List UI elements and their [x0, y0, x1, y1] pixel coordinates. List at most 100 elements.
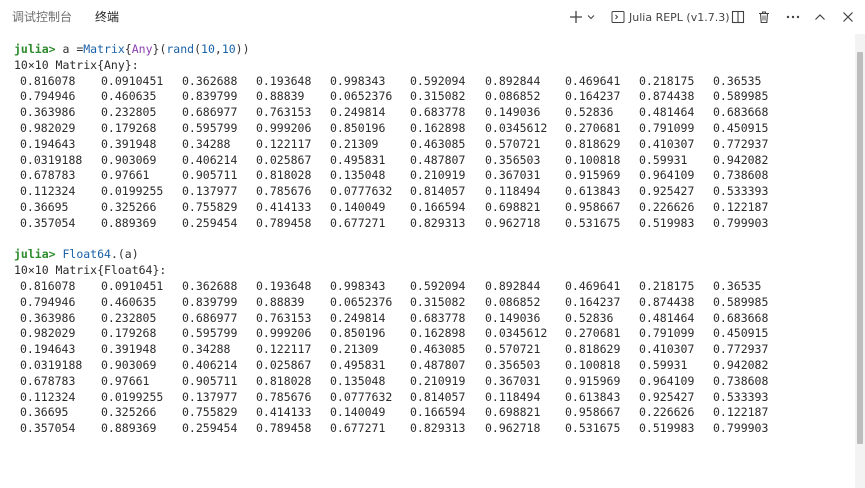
matrix-cell: 0.958667 [565, 200, 621, 214]
matrix-cell: 0.772937 [713, 136, 769, 151]
matrix-cell: 0.52836 [565, 310, 614, 325]
repl-command-token: 10 [201, 42, 215, 56]
matrix-cell: 0.816078 [20, 279, 76, 293]
matrix-cell: 0.958667 [565, 405, 621, 420]
matrix-cell: 0.874438 [639, 89, 695, 104]
matrix-cell: 0.97661 [101, 168, 150, 183]
matrix-cell: 0.226626 [639, 405, 695, 420]
matrix-cell: 0.915969 [565, 373, 621, 388]
matrix-cell: 0.0777632 [330, 184, 393, 199]
matrix-cell: 0.589985 [713, 294, 769, 309]
matrix-cell: 0.140049 [330, 200, 386, 214]
matrix-cell: 0.763153 [256, 105, 312, 120]
matrix-cell: 0.450915 [713, 326, 769, 341]
matrix-cell: 0.799903 [713, 215, 769, 230]
matrix-cell: 0.0345612 [485, 121, 548, 135]
matrix-cell: 0.533393 [713, 389, 769, 404]
matrix-cell: 0.122117 [256, 342, 312, 357]
matrix-cell: 0.270681 [565, 326, 621, 341]
matrix-cell: 0.218175 [639, 73, 695, 88]
matrix-cell: 0.0199255 [101, 184, 164, 199]
matrix-cell: 0.962718 [485, 215, 541, 230]
split-terminal-button[interactable] [728, 7, 748, 27]
matrix-cell: 0.889369 [101, 215, 157, 230]
matrix-cell: 0.210919 [410, 168, 466, 183]
matrix-cell: 0.193648 [256, 73, 312, 88]
close-icon [843, 12, 853, 22]
matrix-cell: 0.100818 [565, 358, 621, 372]
matrix-cell: 0.086852 [485, 89, 541, 104]
matrix-cell: 0.367031 [485, 168, 541, 183]
matrix-cell: 0.738608 [713, 373, 769, 388]
matrix-cell: 0.531675 [565, 421, 621, 436]
matrix-cell: 0.829313 [410, 421, 466, 436]
matrix-cell: 0.36695 [20, 200, 69, 214]
matrix-cell: 0.829313 [410, 215, 466, 230]
matrix-cell: 0.249814 [330, 310, 386, 325]
terminal-selector[interactable]: Julia REPL (v1.7.3) [611, 8, 730, 26]
matrix-cell: 0.481464 [639, 105, 695, 120]
more-actions-button[interactable] [783, 7, 803, 27]
repl-command-line: julia> Float64.(a) [14, 247, 139, 262]
matrix-cell: 0.0199255 [101, 389, 164, 404]
matrix-cell: 0.164237 [565, 89, 621, 104]
matrix-cell: 0.738608 [713, 168, 769, 183]
terminal-output[interactable]: julia> a =Matrix{Any}(rand(10,10)) 10×10 … [0, 34, 855, 488]
scrollbar-thumb[interactable] [857, 52, 863, 444]
matrix-cell: 0.763153 [256, 310, 312, 325]
matrix-cell: 0.34288 [182, 136, 231, 151]
matrix-cell: 0.818028 [256, 168, 312, 183]
matrix-cell: 0.210919 [410, 373, 466, 388]
repl-command-token: rand [166, 42, 195, 56]
matrix-cell: 0.791099 [639, 326, 695, 341]
matrix-cell: 0.406214 [182, 152, 238, 167]
terminal-scrollbar[interactable] [855, 34, 865, 488]
matrix-cell: 0.166594 [410, 405, 466, 420]
matrix-cell: 0.100818 [565, 152, 621, 167]
matrix-cell: 0.36535 [713, 73, 762, 88]
matrix-cell: 0.683668 [713, 105, 769, 120]
matrix-cell: 0.677271 [330, 421, 386, 436]
matrix-cell: 0.686977 [182, 105, 238, 120]
matrix-cell: 0.785676 [256, 184, 312, 199]
matrix-cell: 0.874438 [639, 294, 695, 309]
matrix-cell: 0.683778 [410, 105, 466, 120]
matrix-cell: 0.789458 [256, 215, 312, 230]
matrix-cell: 0.789458 [256, 421, 312, 436]
more-icon [786, 15, 800, 19]
matrix-cell: 0.460635 [101, 89, 157, 104]
matrix-cell: 0.166594 [410, 200, 466, 214]
close-panel-button[interactable] [838, 7, 858, 27]
matrix-cell: 0.495831 [330, 152, 386, 167]
kill-terminal-button[interactable] [754, 7, 774, 27]
matrix-cell: 0.592094 [410, 73, 466, 88]
matrix-cell: 0.406214 [182, 358, 238, 372]
matrix-cell: 0.889369 [101, 421, 157, 436]
matrix-cell: 0.0910451 [101, 279, 164, 293]
matrix-cell: 0.964109 [639, 168, 695, 183]
tab-terminal[interactable]: 终端 [95, 9, 119, 25]
matrix-cell: 0.137977 [182, 389, 238, 404]
repl-command-token: 10 [221, 42, 236, 56]
tab-debug-console[interactable]: 调试控制台 [12, 9, 72, 25]
repl-command-token: a = [55, 42, 84, 56]
matrix-cell: 0.460635 [101, 294, 157, 309]
matrix-cell: 0.36535 [713, 279, 762, 293]
matrix-cell: 0.122187 [713, 405, 769, 420]
matrix-cell: 0.179268 [101, 326, 157, 341]
launch-profile-button[interactable] [584, 7, 598, 27]
new-terminal-button[interactable] [566, 7, 586, 27]
matrix-cell: 0.025867 [256, 358, 312, 372]
maximize-panel-button[interactable] [810, 7, 830, 27]
matrix-cell: 0.0345612 [485, 326, 548, 341]
matrix-cell: 0.149036 [485, 310, 541, 325]
matrix-cell: 0.232805 [101, 310, 157, 325]
matrix-cell: 0.998343 [330, 279, 386, 293]
matrix-cell: 0.686977 [182, 310, 238, 325]
matrix-cell: 0.362688 [182, 279, 238, 293]
matrix-cell: 0.135048 [330, 373, 386, 388]
matrix-cell: 0.613843 [565, 389, 621, 404]
matrix-cell: 0.086852 [485, 294, 541, 309]
matrix-cell: 0.481464 [639, 310, 695, 325]
matrix-cell: 0.21309 [330, 342, 379, 357]
